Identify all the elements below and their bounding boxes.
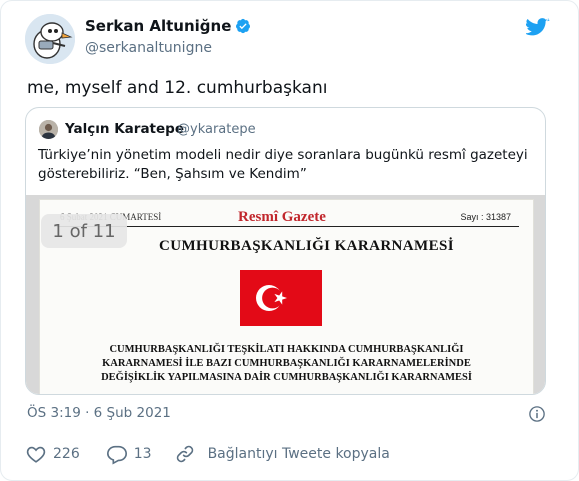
author-handle[interactable]: @serkanaltunigne — [85, 40, 212, 56]
gazette-issue-number: Sayı : 31387 — [460, 212, 511, 222]
link-icon — [176, 445, 193, 463]
tweet-text: me, myself and 12. cumhurbaşkanı — [27, 78, 328, 98]
tweet-timestamp[interactable]: ÖS 3:19 · 6 Şub 2021 — [27, 405, 171, 421]
like-button[interactable]: 226 — [25, 443, 80, 465]
author-name[interactable]: Serkan Altuniğne — [85, 17, 251, 35]
reply-count: 13 — [133, 446, 152, 462]
author-avatar[interactable] — [25, 14, 75, 64]
tweet-card: Serkan Altuniğne @serkanaltunigne me, my… — [0, 0, 579, 481]
quote-author-avatar — [39, 120, 58, 139]
gazette-decree-title: CUMHURBAŞKANLIĞI TEŞKİLATI HAKKINDA CUMH… — [40, 343, 533, 385]
copy-link-button[interactable]: Bağlantıyı Tweete kopyala — [174, 443, 390, 465]
quote-author-handle: @ykaratepe — [177, 122, 256, 137]
verified-badge-icon — [236, 18, 251, 34]
quote-author-name: Yalçın Karatepe — [65, 121, 184, 137]
author-name-text[interactable]: Serkan Altuniğne — [85, 17, 231, 35]
gazette-title: Resmî Gazete — [238, 209, 326, 225]
turkish-flag-icon — [240, 270, 322, 326]
reply-bubble-icon — [106, 445, 127, 465]
quote-text: Türkiye’nin yönetim modeli nedir diye so… — [38, 147, 528, 182]
info-icon[interactable] — [528, 405, 546, 423]
like-count: 226 — [53, 446, 80, 462]
reply-button[interactable]: 13 — [106, 443, 152, 465]
image-counter: 1 of 11 — [41, 214, 127, 248]
twitter-bird-icon[interactable] — [526, 18, 550, 38]
quote-media[interactable]: 6 Şubat 2021 CUMARTESİ Resmî Gazete Sayı… — [26, 195, 545, 394]
decree-line: KARARNAMESİ İLE BAZI CUMHURBAŞKANLIĞI KA… — [102, 358, 471, 369]
copy-link-label: Bağlantıyı Tweete kopyala — [207, 446, 390, 462]
decree-line: DEĞİŞİKLİK YAPILMASINA DAİR CUMHURBAŞKAN… — [101, 372, 472, 383]
decree-line: CUMHURBAŞKANLIĞI TEŞKİLATI HAKKINDA CUMH… — [109, 344, 464, 355]
heart-icon — [26, 446, 46, 463]
quoted-tweet[interactable]: Yalçın Karatepe @ykaratepe Türkiye’nin y… — [25, 107, 546, 395]
tweet-actions: 226 13 Bağlantıyı Tweete kopyala — [25, 442, 390, 466]
